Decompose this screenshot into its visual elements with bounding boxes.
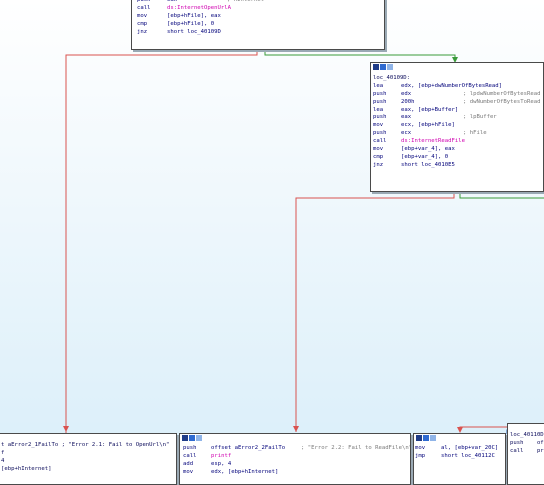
edge-arrow bbox=[293, 426, 299, 432]
asm-operand: ecx, [ebp+hFile] bbox=[401, 122, 455, 129]
asm-mnemonic: mov bbox=[183, 468, 194, 475]
asm-line[interactable]: jnz short loc_4010E5 bbox=[373, 162, 541, 170]
asm-line[interactable]: mov edx, [ebp+hInternet] bbox=[183, 469, 408, 477]
asm-operand: ds:InternetReadFile bbox=[401, 138, 465, 145]
asm-text: [ebp+hInternet] bbox=[1, 465, 52, 472]
asm-mnemonic: call bbox=[137, 4, 151, 11]
asm-operand: short loc_4010E5 bbox=[401, 161, 455, 168]
asm-line[interactable]: push eax ; lpBuffer bbox=[373, 114, 541, 122]
block-internetopenurl[interactable]: push eax; hInternet call ds:InternetOpenUrl… bbox=[131, 0, 385, 50]
asm-text: 4 bbox=[1, 457, 5, 464]
asm-line[interactable]: push ecx ; hFile bbox=[373, 130, 541, 138]
asm-operand: esp, 4 bbox=[211, 460, 232, 467]
asm-line[interactable]: call ds:InternetReadFile bbox=[373, 138, 541, 146]
asm-mnemonic: jnz bbox=[373, 161, 384, 168]
asm-mnemonic: cmp bbox=[137, 20, 148, 27]
edge-true-readfile bbox=[459, 191, 544, 199]
asm-operand: edx bbox=[401, 90, 412, 97]
asm-line[interactable]: lea edx, [ebp+dwNumberOfBytesRead] bbox=[373, 83, 541, 91]
asm-operand: eax, [ebp+Buffer] bbox=[401, 106, 459, 113]
edge-false-readfile bbox=[295, 191, 455, 432]
asm-mnemonic: push bbox=[373, 130, 387, 137]
asm-line[interactable]: 4 bbox=[1, 458, 176, 466]
asm-line[interactable]: mov [ebp+hFile], eax bbox=[137, 13, 380, 21]
block-loc-40109d[interactable]: loc_40109D: lea edx, [ebp+dwNumberOfBytes… bbox=[370, 62, 544, 192]
asm-operand: ds:InternetOpenUrlA bbox=[167, 4, 231, 11]
asm-mnemonic: mov bbox=[373, 122, 384, 129]
asm-mnemonic: call bbox=[183, 452, 197, 459]
asm-operand: [ebp+hFile], 0 bbox=[167, 20, 215, 27]
asm-line[interactable]: lea eax, [ebp+Buffer] bbox=[373, 107, 541, 115]
asm-line[interactable]: [ebp+hInternet] bbox=[1, 466, 176, 474]
asm-mnemonic: add bbox=[183, 460, 194, 467]
asm-line[interactable]: mov al, [ebp+var_20C] bbox=[415, 445, 504, 453]
asm-text: loc_40110D: bbox=[510, 432, 544, 438]
asm-line[interactable]: add esp, 4 bbox=[183, 461, 408, 469]
asm-mnemonic: mov bbox=[137, 12, 148, 19]
asm-comment: ; hFile bbox=[463, 130, 487, 137]
asm-operand: ecx bbox=[401, 130, 412, 137]
asm-operand: al, [ebp+var_20C] bbox=[441, 445, 499, 451]
asm-line[interactable]: loc_40110D: bbox=[510, 432, 544, 440]
asm-operand: [ebp+var_4], eax bbox=[401, 146, 455, 153]
asm-text: call pr bbox=[510, 447, 544, 454]
asm-mnemonic: push bbox=[373, 98, 387, 105]
asm-line[interactable]: mov ecx, [ebp+hFile] bbox=[373, 122, 541, 130]
block-header bbox=[180, 434, 410, 443]
asm-text: t aError2_1FailTo ; "Error 2.1: Fail to … bbox=[1, 442, 170, 448]
asm-comment: ; "Error 2.2: Fail to ReadFile\n" bbox=[301, 445, 411, 451]
asm-line[interactable]: cmp [ebp+var_4], 0 bbox=[373, 154, 541, 162]
asm-mnemonic: push bbox=[183, 445, 197, 451]
block-label: loc_40109D: bbox=[373, 75, 411, 81]
asm-line[interactable]: push of bbox=[510, 440, 544, 448]
edge-true-openurl bbox=[264, 49, 456, 62]
block-error2-1[interactable]: t aError2_1FailTo ; "Error 2.1: Fail to … bbox=[0, 433, 177, 485]
asm-mnemonic: cmp bbox=[373, 153, 384, 160]
asm-mnemonic: jmp bbox=[415, 452, 426, 459]
asm-operand: 200h bbox=[401, 98, 415, 105]
asm-text: push of bbox=[510, 439, 544, 446]
asm-line[interactable]: f bbox=[1, 450, 176, 458]
asm-mnemonic: mov bbox=[373, 146, 384, 153]
asm-line[interactable]: jmp short loc_40112C bbox=[415, 453, 504, 461]
asm-operand: edx, [ebp+dwNumberOfBytesRead] bbox=[401, 82, 503, 89]
asm-mnemonic: lea bbox=[373, 106, 384, 113]
asm-line[interactable]: call pr bbox=[510, 448, 544, 456]
asm-operand: edx, [ebp+hInternet] bbox=[211, 468, 279, 475]
asm-mnemonic: jnz bbox=[137, 28, 148, 35]
asm-mnemonic: call bbox=[373, 138, 387, 145]
block-header bbox=[414, 434, 505, 443]
asm-mnemonic: mov bbox=[415, 445, 426, 451]
edge-false-openurl bbox=[65, 49, 258, 477]
asm-text: f bbox=[1, 449, 5, 456]
block-header bbox=[371, 63, 543, 72]
block-loc-40110d[interactable]: loc_40110D: push of call pr bbox=[507, 423, 544, 485]
block-mov-al[interactable]: mov al, [ebp+var_20C]jmp short loc_40112C bbox=[413, 433, 506, 485]
asm-line[interactable]: call printf bbox=[183, 453, 408, 461]
asm-line[interactable]: jnz short loc_40109D bbox=[137, 29, 380, 37]
asm-operand: short loc_40109D bbox=[167, 28, 221, 35]
edge-arrow bbox=[63, 426, 69, 432]
asm-mnemonic: lea bbox=[373, 82, 384, 89]
asm-line[interactable]: mov [ebp+var_4], eax bbox=[373, 146, 541, 154]
asm-line[interactable]: t aError2_1FailTo ; "Error 2.1: Fail to … bbox=[1, 442, 176, 450]
asm-comment: ; lpdwNumberOfBytesRead bbox=[463, 90, 541, 97]
asm-mnemonic: push bbox=[373, 90, 387, 97]
asm-comment: ; dwNumberOfBytesToRead bbox=[463, 98, 541, 105]
asm-operand: short loc_40112C bbox=[441, 452, 495, 459]
asm-line[interactable]: push offset aError2_2FailTo ; "Error 2.2: … bbox=[183, 445, 411, 453]
asm-operand: eax bbox=[401, 114, 412, 121]
asm-operand: offset aError2_2FailTo bbox=[211, 445, 286, 451]
asm-line[interactable]: push 200h ; dwNumberOfBytesToRead bbox=[373, 99, 541, 107]
asm-operand: [ebp+var_4], 0 bbox=[401, 153, 449, 160]
asm-line[interactable]: push edx ; lpdwNumberOfBytesRead bbox=[373, 91, 541, 99]
asm-operand: printf bbox=[211, 452, 232, 459]
asm-comment: ; lpBuffer bbox=[463, 114, 497, 121]
block-error2-2[interactable]: push offset aError2_2FailTo ; "Error 2.2: … bbox=[179, 433, 411, 485]
asm-line[interactable]: call ds:InternetOpenUrlA bbox=[137, 5, 380, 13]
asm-line[interactable]: cmp [ebp+hFile], 0 bbox=[137, 21, 380, 29]
asm-operand: [ebp+hFile], eax bbox=[167, 12, 221, 19]
asm-mnemonic: push bbox=[373, 114, 387, 121]
